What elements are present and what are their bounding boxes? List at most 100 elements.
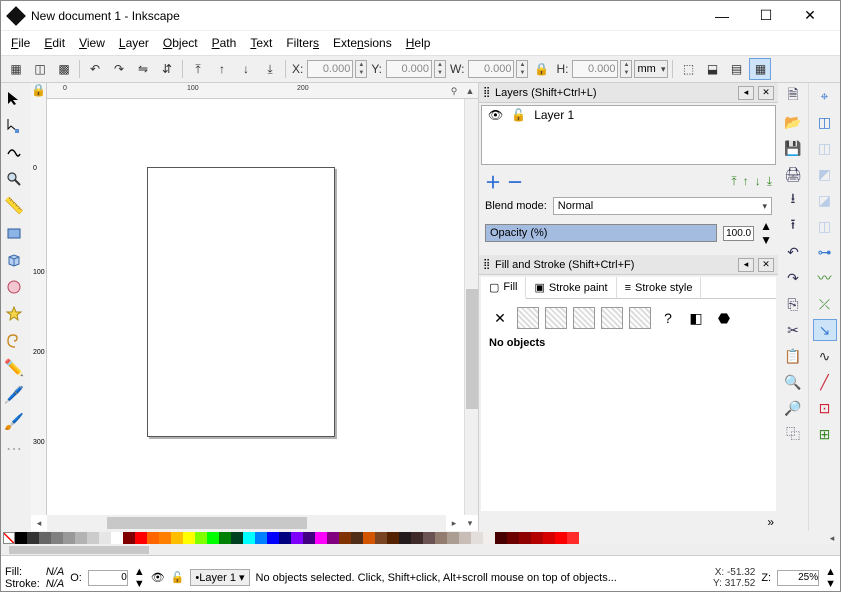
- panel-minimize-icon[interactable]: ◂: [738, 86, 754, 100]
- scroll-right-icon[interactable]: ▸: [446, 515, 462, 531]
- zoom-tool[interactable]: [1, 166, 27, 192]
- layer-down-icon[interactable]: ↓: [755, 174, 761, 189]
- color-swatch[interactable]: [567, 532, 579, 544]
- status-layer-dropdown[interactable]: •Layer 1 ▾: [190, 569, 249, 586]
- affect-pattern-icon[interactable]: ▦: [749, 58, 771, 80]
- layer-top-icon[interactable]: ⤒: [731, 174, 736, 189]
- color-swatch[interactable]: [387, 532, 399, 544]
- w-spinner[interactable]: ▲▼: [516, 60, 528, 78]
- zoom-input[interactable]: [777, 570, 819, 586]
- palette-menu-icon[interactable]: ◂: [824, 530, 840, 546]
- ruler-vertical[interactable]: 0 100 200 300: [31, 99, 47, 515]
- status-lock-icon[interactable]: 🔓: [171, 571, 185, 584]
- menu-file[interactable]: File: [5, 34, 36, 52]
- canvas[interactable]: [47, 99, 464, 515]
- menu-filters[interactable]: Filters: [280, 34, 325, 52]
- opacity-value[interactable]: 100.0: [723, 226, 754, 241]
- opacity-spinner[interactable]: ▲▼: [760, 219, 772, 247]
- color-swatch[interactable]: [435, 532, 447, 544]
- tweak-tool[interactable]: [1, 139, 27, 165]
- snap-edge-icon[interactable]: ◫: [813, 137, 837, 159]
- snap-cusp-icon[interactable]: ↘: [813, 319, 837, 341]
- color-swatch[interactable]: [459, 532, 471, 544]
- color-swatch[interactable]: [219, 532, 231, 544]
- color-swatch[interactable]: [495, 532, 507, 544]
- color-swatch[interactable]: [135, 532, 147, 544]
- scrollbar-horizontal[interactable]: [47, 515, 446, 531]
- lower-bottom-icon[interactable]: ⤓: [259, 58, 281, 80]
- color-swatch[interactable]: [375, 532, 387, 544]
- flip-vertical-icon[interactable]: ⇵: [156, 58, 178, 80]
- color-swatch[interactable]: [411, 532, 423, 544]
- menu-object[interactable]: Object: [157, 34, 204, 52]
- import-icon[interactable]: ⭳: [781, 189, 805, 211]
- color-swatch[interactable]: [51, 532, 63, 544]
- color-swatch[interactable]: [267, 532, 279, 544]
- color-swatch[interactable]: [483, 532, 495, 544]
- paint-linear-icon[interactable]: [545, 307, 567, 329]
- layer-up-icon[interactable]: ↑: [743, 174, 749, 189]
- panel-close-icon[interactable]: ✕: [758, 86, 774, 100]
- copy-icon[interactable]: ⎘: [781, 293, 805, 315]
- color-swatch[interactable]: [327, 532, 339, 544]
- cut-icon[interactable]: ✂: [781, 319, 805, 341]
- scrollbar-vertical[interactable]: [464, 99, 478, 515]
- x-spinner[interactable]: ▲▼: [355, 60, 367, 78]
- dock-overflow-icon[interactable]: »: [479, 513, 778, 531]
- add-layer-button[interactable]: ＋: [485, 169, 501, 193]
- affect-corners-icon[interactable]: ⬓: [701, 58, 723, 80]
- layer-name[interactable]: Layer 1: [534, 108, 574, 122]
- snap-intersection-icon[interactable]: ⤫: [813, 293, 837, 315]
- y-input[interactable]: [386, 60, 432, 78]
- opacity-status-spinner[interactable]: ▲▼: [134, 566, 145, 590]
- selector-tool[interactable]: [1, 85, 27, 111]
- paint-none-icon[interactable]: ✕: [489, 307, 511, 329]
- lock-icon[interactable]: 🔓: [511, 108, 526, 122]
- snap-enable-icon[interactable]: ⌖: [813, 85, 837, 107]
- flip-horizontal-icon[interactable]: ⇋: [132, 58, 154, 80]
- color-swatch[interactable]: [207, 532, 219, 544]
- color-swatch[interactable]: [243, 532, 255, 544]
- snap-grid-icon[interactable]: ⊞: [813, 423, 837, 445]
- undo-icon[interactable]: ↶: [781, 241, 805, 263]
- print-icon[interactable]: 🖨: [781, 163, 805, 185]
- opacity-status-input[interactable]: [88, 570, 128, 586]
- panel-close-icon[interactable]: ✕: [758, 258, 774, 272]
- paint-flat-icon[interactable]: [517, 307, 539, 329]
- scroll-down-icon[interactable]: ▾: [462, 515, 478, 531]
- layer-row[interactable]: 👁 🔓 Layer 1: [482, 106, 775, 124]
- snap-bbox-icon[interactable]: ◫: [813, 111, 837, 133]
- star-tool[interactable]: [1, 301, 27, 327]
- raise-icon[interactable]: ↑: [211, 58, 233, 80]
- color-swatch[interactable]: [315, 532, 327, 544]
- color-swatch[interactable]: [507, 532, 519, 544]
- color-swatch[interactable]: [231, 532, 243, 544]
- h-input[interactable]: [572, 60, 618, 78]
- color-swatch[interactable]: [15, 532, 27, 544]
- layers-panel-header[interactable]: ⣿ Layers (Shift+Ctrl+L) ◂ ✕: [479, 83, 778, 103]
- deselect-icon[interactable]: ▩: [53, 58, 75, 80]
- color-swatch[interactable]: [171, 532, 183, 544]
- select-bbox-icon[interactable]: ◫: [29, 58, 51, 80]
- snap-corner-icon[interactable]: ◩: [813, 163, 837, 185]
- affect-gradient-icon[interactable]: ▤: [725, 58, 747, 80]
- snap-center-icon[interactable]: ◫: [813, 215, 837, 237]
- rectangle-tool[interactable]: [1, 220, 27, 246]
- w-input[interactable]: [468, 60, 514, 78]
- node-tool[interactable]: [1, 112, 27, 138]
- calligraphy-tool[interactable]: 🖌️: [1, 409, 27, 435]
- y-spinner[interactable]: ▲▼: [434, 60, 446, 78]
- export-icon[interactable]: ⭱: [781, 215, 805, 237]
- no-color-swatch[interactable]: [3, 532, 15, 544]
- color-swatch[interactable]: [351, 532, 363, 544]
- menu-extensions[interactable]: Extensions: [327, 34, 398, 52]
- measure-tool[interactable]: 📏: [1, 193, 27, 219]
- paste-icon[interactable]: 📋: [781, 345, 805, 367]
- remove-layer-button[interactable]: －: [507, 169, 523, 193]
- color-swatch[interactable]: [195, 532, 207, 544]
- color-swatch[interactable]: [339, 532, 351, 544]
- color-swatch[interactable]: [363, 532, 375, 544]
- menu-view[interactable]: View: [73, 34, 111, 52]
- lock-aspect-icon[interactable]: 🔒: [530, 58, 552, 80]
- tab-stroke-paint[interactable]: ▣ Stroke paint: [526, 277, 616, 298]
